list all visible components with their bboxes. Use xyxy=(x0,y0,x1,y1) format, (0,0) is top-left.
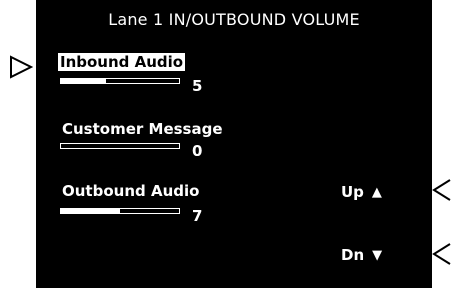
outbound-audio-value: 7 xyxy=(192,207,203,225)
down-button-label: Dn xyxy=(341,246,365,264)
down-softkey-pointer-icon[interactable] xyxy=(432,242,452,266)
customer-message-value: 0 xyxy=(192,142,203,160)
customer-message-label[interactable]: Customer Message xyxy=(60,120,225,138)
screen-title: Lane 1 IN/OUTBOUND VOLUME xyxy=(108,10,360,29)
inbound-audio-label[interactable]: Inbound Audio xyxy=(58,53,186,71)
inbound-audio-value: 5 xyxy=(192,77,203,95)
outbound-audio-bar[interactable] xyxy=(60,208,180,214)
triangle-up-icon: ▲ xyxy=(371,184,382,200)
outbound-audio-label[interactable]: Outbound Audio xyxy=(60,182,201,200)
inbound-audio-bar[interactable] xyxy=(60,78,180,84)
selection-pointer-icon xyxy=(10,55,33,79)
up-button[interactable]: Up ▲ xyxy=(341,183,382,201)
inbound-audio-bar-fill xyxy=(61,79,106,83)
volume-screen: Lane 1 IN/OUTBOUND VOLUME Inbound Audio … xyxy=(36,0,432,288)
up-softkey-pointer-icon[interactable] xyxy=(432,178,452,202)
down-button[interactable]: Dn ▼ xyxy=(341,246,382,264)
up-button-label: Up xyxy=(341,183,364,201)
triangle-down-icon: ▼ xyxy=(372,247,383,263)
outbound-audio-bar-fill xyxy=(61,209,120,213)
customer-message-bar[interactable] xyxy=(60,143,180,149)
